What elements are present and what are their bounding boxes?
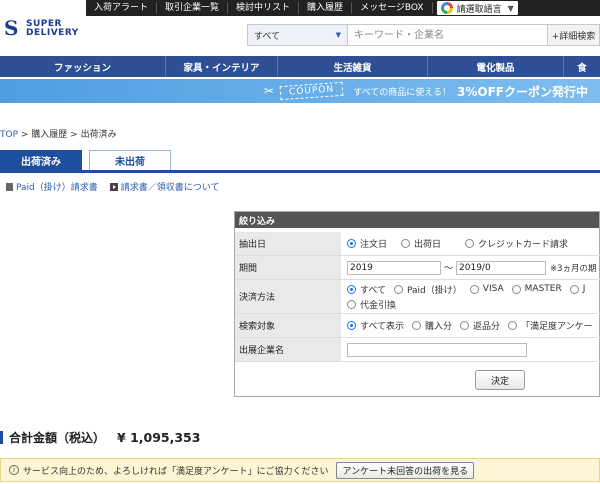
radio-target-return[interactable]: 返品分: [460, 319, 500, 332]
period-note: ※3ヵ月の期: [550, 263, 597, 274]
search-category-value: すべて: [254, 31, 281, 42]
coupon-banner[interactable]: ✂ COUPON すべての商品に使える！ 3%OFFクーポン発行中: [0, 79, 600, 103]
banner-message: すべての商品に使える！: [353, 87, 452, 98]
radio-target-purchase[interactable]: 購入分: [412, 319, 452, 332]
link-purchase-history[interactable]: 購入履歴: [299, 2, 353, 14]
site-logo[interactable]: SUPER DELIVERY: [4, 16, 94, 42]
info-icon: i: [9, 465, 19, 475]
shipment-tabs: 出荷済み 未出荷: [0, 150, 600, 173]
label-period: 期間: [235, 256, 341, 279]
filter-panel: 絞り込み 抽出日 注文日 出荷日 クレジットカード請求 期間 2019 〜 20…: [234, 211, 600, 397]
period-to-input[interactable]: 2019/0: [456, 260, 547, 275]
row-company: 出展企業名: [235, 338, 600, 362]
link-watch-list[interactable]: 検討中リスト: [228, 2, 300, 14]
breadcrumb-purchase-history[interactable]: 購入履歴: [31, 130, 67, 140]
total-amount: 合計金額（税込） ¥ 1,095,353: [0, 429, 200, 446]
link-stock-alert[interactable]: 入荷アラート: [86, 2, 158, 14]
logo-s-icon: [4, 16, 22, 40]
row-period: 期間 2019 〜 2019/0 ※3ヵ月の期: [235, 256, 600, 280]
breadcrumb-current: 出荷済み: [80, 130, 117, 140]
notice-text: サービス向上のため、よろしければ「満足度アンケート」にご協力ください: [23, 466, 329, 477]
radio-payment-visa[interactable]: VISA: [469, 284, 504, 294]
nav-electronics[interactable]: 電化製品: [428, 56, 564, 77]
category-nav: ファッション 家具・インテリア 生活雑貨 電化製品 食: [0, 56, 600, 77]
radio-ship-date[interactable]: 出荷日: [401, 237, 441, 250]
radio-payment-master[interactable]: MASTER: [511, 284, 562, 294]
submit-button[interactable]: 決定: [475, 370, 525, 390]
total-label: 合計金額（税込）: [9, 431, 106, 445]
dropdown-arrow-icon: ▼: [335, 31, 341, 39]
row-date-type: 抽出日 注文日 出荷日 クレジットカード請求: [235, 232, 600, 256]
banner-highlight: 3%OFFクーポン発行中: [457, 84, 588, 99]
radio-target-survey[interactable]: 「満足度アンケー: [508, 319, 593, 332]
total-marker: [0, 431, 3, 444]
receipt-info-link[interactable]: 請求書／領収書について: [109, 180, 220, 193]
coupon-tag: COUPON: [279, 81, 344, 101]
total-value: ¥ 1,095,353: [117, 430, 201, 445]
row-target: 検索対象 すべて表示 購入分 返品分 「満足度アンケー: [235, 314, 600, 338]
view-unanswered-button[interactable]: アンケート未回答の出荷を見る: [336, 461, 475, 479]
nav-household[interactable]: 生活雑貨: [278, 56, 428, 77]
scissors-icon: ✂: [264, 84, 275, 98]
caret-down-icon: ▼: [507, 3, 514, 13]
search-category-select[interactable]: すべて ▼: [248, 25, 348, 45]
radio-credit-date[interactable]: クレジットカード請求: [465, 237, 568, 250]
row-payment: 決済方法 すべて Paid（掛け） VISA MASTER J 代金引換: [235, 280, 600, 314]
label-payment: 決済方法: [235, 280, 341, 313]
link-trading-companies[interactable]: 取引企業一覧: [157, 2, 229, 14]
period-from-input[interactable]: 2019: [347, 260, 441, 275]
nav-fashion[interactable]: ファッション: [0, 56, 166, 77]
arrow-right-icon: [109, 183, 118, 191]
company-name-input[interactable]: [347, 342, 527, 357]
breadcrumb-top[interactable]: TOP: [0, 130, 18, 140]
radio-order-date[interactable]: 注文日: [347, 237, 387, 250]
radio-target-all[interactable]: すべて表示: [347, 319, 404, 332]
invoice-links: Paid（掛け）請求書 請求書／領収書について: [6, 180, 220, 193]
breadcrumb: TOP > 購入履歴 > 出荷済み: [0, 130, 117, 140]
paid-invoice-link[interactable]: Paid（掛け）請求書: [6, 180, 98, 193]
tab-unshipped[interactable]: 未出荷: [89, 150, 171, 170]
filter-title: 絞り込み: [235, 212, 599, 228]
advanced-search-button[interactable]: +詳細検索: [547, 25, 599, 45]
translate-label: 請選取語言: [456, 4, 502, 15]
document-icon: [6, 183, 13, 191]
label-target: 検索対象: [235, 314, 341, 337]
google-icon: [440, 2, 453, 14]
radio-payment-paid[interactable]: Paid（掛け）: [394, 283, 462, 296]
logo-text: SUPER DELIVERY: [26, 20, 79, 38]
logo-line2: DELIVERY: [26, 28, 79, 38]
nav-food[interactable]: 食: [564, 56, 600, 77]
utility-links: 入荷アラート 取引企業一覧 検討中リスト 購入履歴 メッセージBOX 請選取語言…: [86, 0, 600, 16]
top-utility-bar: 入荷アラート 取引企業一覧 検討中リスト 購入履歴 メッセージBOX 請選取語言…: [0, 0, 600, 16]
google-translate-widget[interactable]: 請選取語言 ▼: [436, 1, 518, 15]
label-date-type: 抽出日: [235, 232, 341, 255]
nav-furniture[interactable]: 家具・インテリア: [166, 56, 278, 77]
search-input[interactable]: [348, 25, 547, 45]
search-bar: すべて ▼ +詳細検索: [247, 24, 600, 46]
tab-shipped[interactable]: 出荷済み: [0, 150, 82, 170]
label-company: 出展企業名: [235, 338, 341, 361]
radio-payment-all[interactable]: すべて: [347, 283, 386, 296]
radio-payment-cod[interactable]: 代金引換: [347, 298, 593, 311]
radio-payment-jcb[interactable]: J: [569, 284, 585, 294]
survey-notice: i サービス向上のため、よろしければ「満足度アンケート」にご協力ください アンケ…: [0, 458, 600, 482]
link-message-box[interactable]: メッセージBOX: [352, 2, 433, 14]
